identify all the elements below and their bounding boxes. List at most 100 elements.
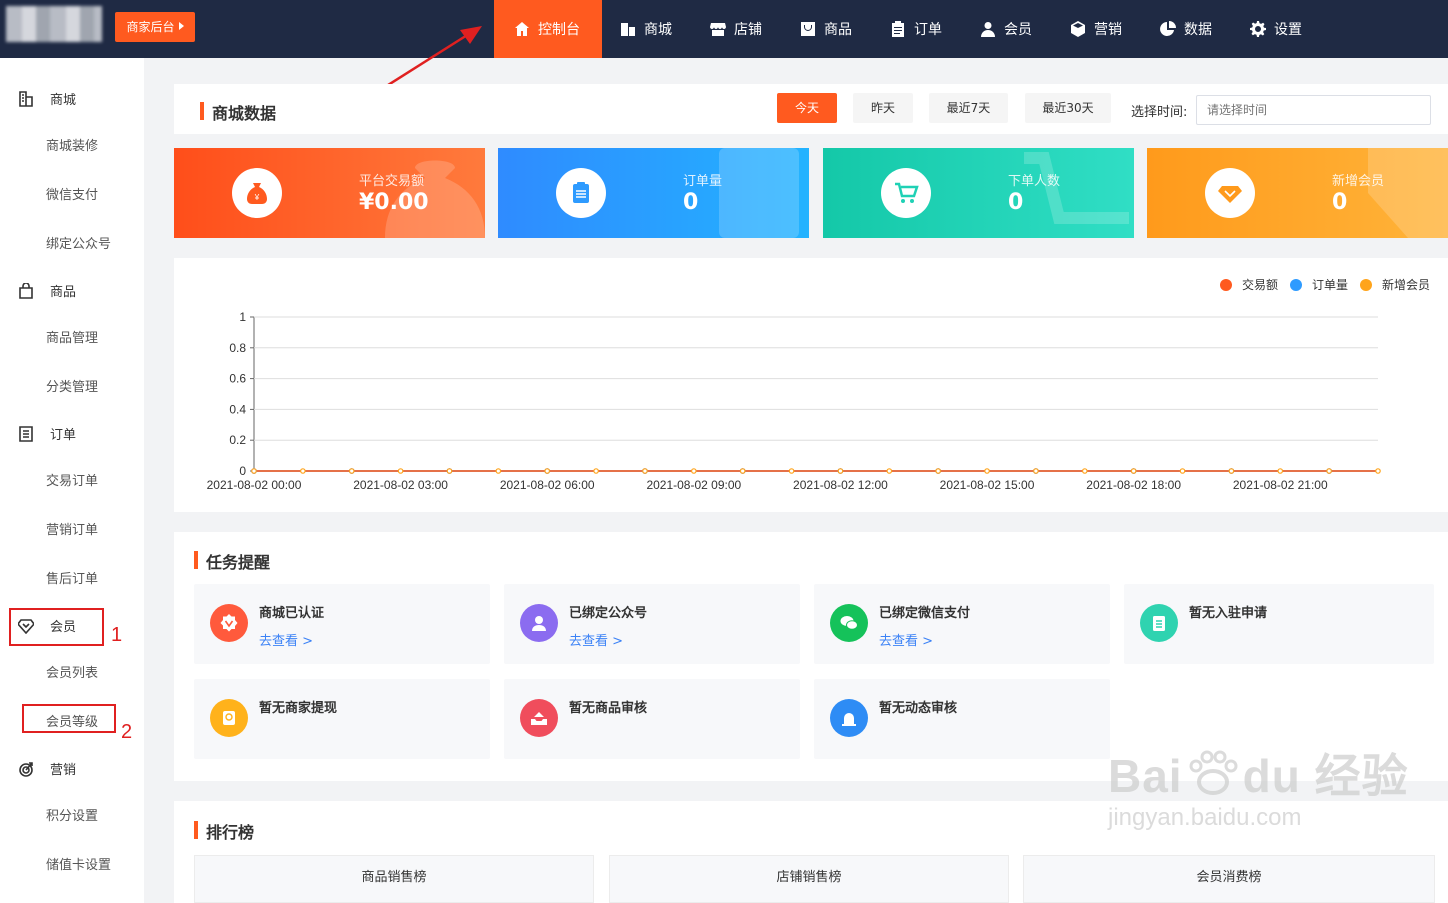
ranking-tab-goods[interactable]: 商品销售榜 — [194, 855, 594, 903]
x-tick-label: 2021-08-02 00:00 — [207, 478, 302, 492]
task-card-dynamic-review[interactable]: 暂无动态审核 — [814, 679, 1110, 759]
logo — [6, 6, 102, 42]
x-tick-label: 2021-08-02 18:00 — [1086, 478, 1181, 492]
ranking-tab-members[interactable]: 会员消费榜 — [1023, 855, 1435, 903]
task-title: 暂无商家提现 — [259, 701, 338, 716]
data-point — [1326, 468, 1332, 474]
sidebar-group-label: 商品 — [50, 285, 77, 300]
sidebar-item-mall-decoration[interactable]: 商城装修 — [46, 135, 98, 154]
sidebar-item-goods-management[interactable]: 商品管理 — [46, 327, 98, 346]
clipboard-icon — [1140, 604, 1178, 642]
stat-label: 下单人数 — [1008, 174, 1061, 189]
clipboard-icon — [556, 168, 606, 218]
task-view-link[interactable]: 去查看 > — [879, 630, 933, 649]
stat-card-buyers[interactable]: 下单人数 0 — [823, 148, 1134, 238]
nav-goods[interactable]: 商品 — [782, 0, 872, 58]
sidebar-item-marketing-orders[interactable]: 营销订单 — [46, 519, 98, 538]
badge-icon — [210, 604, 248, 642]
store-icon — [710, 23, 726, 36]
task-card-withdraw[interactable]: 暂无商家提现 — [194, 679, 490, 759]
annotation-box-1 — [9, 608, 104, 646]
data-point — [984, 468, 990, 474]
sidebar-item-points-settings[interactable]: 积分设置 — [46, 805, 98, 824]
legend-label: 订单量 — [1312, 278, 1349, 292]
nav-settings[interactable]: 设置 — [1232, 0, 1322, 58]
y-tick-label: 0.2 — [229, 433, 246, 447]
sidebar-item-aftersale-orders[interactable]: 售后订单 — [46, 568, 98, 587]
nav-marketing[interactable]: 营销 — [1052, 0, 1142, 58]
money-bag-icon: ¥ — [232, 168, 282, 218]
nav-orders[interactable]: 订单 — [872, 0, 962, 58]
data-point — [251, 468, 257, 474]
data-point — [642, 468, 648, 474]
cart-icon — [881, 168, 931, 218]
stat-card-trade-amount[interactable]: ¥ 平台交易额 ¥0.00 — [174, 148, 485, 238]
pie-icon — [1160, 21, 1176, 36]
time-picker-input[interactable] — [1196, 95, 1431, 125]
task-view-link[interactable]: 去查看 > — [569, 630, 623, 649]
data-point — [300, 468, 306, 474]
nav-dashboard[interactable]: 控制台 — [494, 0, 602, 58]
sidebar-item-bind-official-account[interactable]: 绑定公众号 — [46, 233, 111, 252]
nav-label: 数据 — [1184, 22, 1212, 38]
sidebar-item-category-management[interactable]: 分类管理 — [46, 376, 98, 395]
nav-label: 营销 — [1094, 22, 1122, 38]
x-tick-label: 2021-08-02 03:00 — [353, 478, 448, 492]
merchant-backend-button[interactable]: 商家后台 — [115, 12, 195, 42]
bag-icon — [19, 282, 33, 299]
sidebar-item-stored-value-card[interactable]: 储值卡设置 — [46, 854, 111, 873]
sidebar-group-mall[interactable]: 商城 — [18, 89, 76, 108]
filter-last30-button[interactable]: 最近30天 — [1025, 93, 1111, 123]
watermark-text: du — [1242, 750, 1301, 802]
sidebar-group-marketing[interactable]: 营销 — [18, 759, 76, 778]
stat-card-new-members[interactable]: 新增会员 0 — [1147, 148, 1448, 238]
data-point — [446, 468, 453, 474]
task-title: 商城已认证 — [259, 606, 325, 621]
mall-data-title: 商城数据 — [200, 100, 276, 124]
data-point — [935, 468, 941, 474]
sidebar-item-wechat-pay[interactable]: 微信支付 — [46, 184, 98, 203]
sidebar-group-label: 订单 — [50, 428, 77, 443]
merchant-backend-label: 商家后台 — [126, 20, 175, 34]
chart-legend: 交易额 订单量 新增会员 — [1220, 276, 1430, 293]
stat-card-order-count[interactable]: 订单量 0 — [498, 148, 809, 238]
task-card-official-account[interactable]: 已绑定公众号 去查看 > — [504, 584, 800, 664]
data-point — [1081, 468, 1088, 474]
nav-members[interactable]: 会员 — [962, 0, 1052, 58]
sidebar-item-trade-orders[interactable]: 交易订单 — [46, 470, 98, 489]
data-point — [593, 468, 599, 474]
filter-last7-button[interactable]: 最近7天 — [929, 93, 1008, 123]
task-card-settlement[interactable]: 暂无入驻申请 — [1124, 584, 1434, 664]
annotation-box-2 — [22, 704, 116, 733]
filter-today-button[interactable]: 今天 — [777, 93, 837, 123]
task-title: 暂无动态审核 — [879, 701, 958, 716]
data-point — [495, 468, 502, 474]
user-icon — [520, 604, 558, 642]
data-point — [886, 468, 893, 474]
sidebar-group-label: 营销 — [50, 763, 77, 778]
task-title: 已绑定微信支付 — [879, 606, 971, 621]
nav-label: 商品 — [824, 22, 852, 38]
nav-label: 商城 — [644, 22, 672, 38]
cart-decoration — [1024, 152, 1129, 224]
sidebar-item-member-list[interactable]: 会员列表 — [46, 662, 98, 681]
ranking-tab-stores[interactable]: 店铺销售榜 — [609, 855, 1009, 903]
legend-dot-trade — [1220, 278, 1232, 291]
legend-dot-orders — [1290, 278, 1303, 291]
task-view-link[interactable]: 去查看 > — [259, 630, 313, 649]
task-card-verified[interactable]: 商城已认证 去查看 > — [194, 584, 490, 664]
task-card-wechat-pay[interactable]: 已绑定微信支付 去查看 > — [814, 584, 1110, 664]
task-card-goods-review[interactable]: 暂无商品审核 — [504, 679, 800, 759]
paw-icon — [1183, 748, 1243, 798]
nav-mall[interactable]: 商城 — [602, 0, 692, 58]
filter-yesterday-button[interactable]: 昨天 — [853, 93, 913, 123]
stat-value: 0 — [1332, 190, 1348, 215]
user-icon — [981, 22, 995, 37]
annotation-number-2: 2 — [121, 721, 133, 743]
sidebar-group-goods[interactable]: 商品 — [18, 281, 76, 300]
sidebar-group-orders[interactable]: 订单 — [18, 424, 76, 443]
main-nav: 控制台 商城 店铺 商品 订单 会员 营销 数据 设置 — [494, 0, 1322, 58]
nav-data[interactable]: 数据 — [1142, 0, 1232, 58]
nav-store[interactable]: 店铺 — [692, 0, 782, 58]
tasks-title: 任务提醒 — [194, 549, 270, 573]
